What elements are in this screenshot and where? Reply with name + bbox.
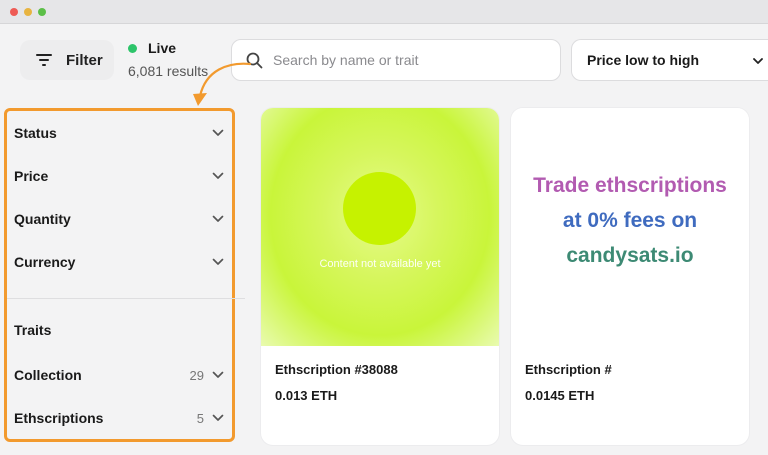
chevron-down-icon bbox=[212, 129, 224, 136]
filter-sidebar: Status Price Quantity Currency Traits Co… bbox=[4, 108, 245, 442]
curved-arrow-icon bbox=[193, 62, 252, 106]
filter-collection-label: Collection bbox=[14, 367, 82, 383]
card-price: 0.0145 ETH bbox=[525, 388, 595, 403]
filter-icon bbox=[36, 54, 52, 66]
window-titlebar bbox=[0, 0, 768, 24]
chevron-down-icon bbox=[212, 215, 224, 222]
chevron-down-icon bbox=[212, 172, 224, 179]
item-card[interactable]: Trade ethscriptions at 0% fees on candys… bbox=[511, 108, 749, 445]
maximize-window-button[interactable] bbox=[38, 8, 46, 16]
filter-price-label: Price bbox=[14, 168, 49, 184]
promo-text-line: at 0% fees on bbox=[562, 209, 698, 232]
filter-traits[interactable]: Traits bbox=[14, 319, 224, 341]
filter-collection-count: 29 bbox=[189, 367, 204, 383]
sort-select[interactable]: Price low to high bbox=[571, 39, 768, 81]
card-thumbnail: Trade ethscriptions at 0% fees on candys… bbox=[511, 108, 749, 346]
live-label: Live bbox=[148, 40, 177, 56]
promo-text-line: candysats.io bbox=[566, 244, 694, 267]
filter-ethscriptions-label: Ethscriptions bbox=[14, 410, 104, 426]
filter-ethscriptions[interactable]: Ethscriptions 5 bbox=[14, 407, 224, 429]
placeholder-circle bbox=[343, 172, 416, 245]
chevron-down-icon bbox=[753, 58, 763, 64]
close-window-button[interactable] bbox=[10, 8, 18, 16]
promo-text-line: Trade ethscriptions bbox=[533, 174, 727, 197]
filter-currency[interactable]: Currency bbox=[14, 251, 224, 273]
filter-collection[interactable]: Collection 29 bbox=[14, 364, 224, 386]
item-card[interactable]: Content not available yet Ethscription #… bbox=[261, 108, 499, 445]
search-input[interactable] bbox=[273, 52, 553, 68]
sidebar-divider bbox=[7, 298, 245, 299]
sort-selected-label: Price low to high bbox=[587, 52, 700, 68]
chevron-down-icon bbox=[212, 258, 224, 265]
filter-status[interactable]: Status bbox=[14, 122, 224, 144]
card-price: 0.013 ETH bbox=[275, 388, 338, 403]
chevron-down-icon bbox=[212, 371, 224, 378]
card-title: Ethscription #38088 bbox=[275, 362, 398, 377]
filter-quantity[interactable]: Quantity bbox=[14, 208, 224, 230]
content-unavailable-text: Content not available yet bbox=[319, 258, 441, 270]
filter-price[interactable]: Price bbox=[14, 165, 224, 187]
filter-quantity-label: Quantity bbox=[14, 211, 71, 227]
filter-ethscriptions-count: 5 bbox=[196, 410, 204, 426]
card-title: Ethscription # bbox=[525, 362, 612, 377]
filter-currency-label: Currency bbox=[14, 254, 76, 270]
filter-button-label: Filter bbox=[66, 51, 103, 69]
search-box[interactable] bbox=[231, 39, 561, 81]
minimize-window-button[interactable] bbox=[24, 8, 32, 16]
filter-traits-label: Traits bbox=[14, 322, 52, 338]
live-indicator-dot bbox=[128, 43, 137, 53]
card-thumbnail: Content not available yet bbox=[261, 108, 499, 346]
filter-button[interactable]: Filter bbox=[20, 40, 114, 80]
filter-status-label: Status bbox=[14, 125, 57, 141]
chevron-down-icon bbox=[212, 414, 224, 421]
